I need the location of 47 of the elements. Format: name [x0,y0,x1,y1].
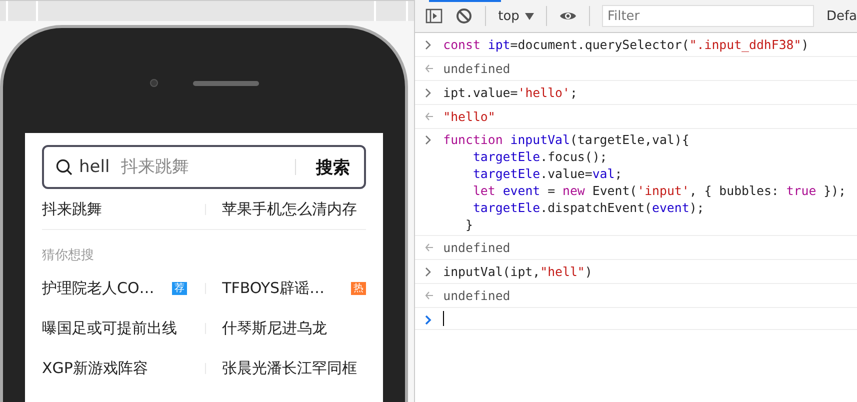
console-result: "hello" [443,108,496,125]
console-code-line: targetEle.focus(); [472,148,608,165]
console-result: undefined [443,287,510,304]
console-code-line: inputVal(ipt,"hell") [443,263,592,280]
context-dropdown[interactable]: top [498,8,520,24]
return-arrow-icon [425,64,434,73]
levels-dropdown[interactable]: Defa [826,8,857,24]
console-code-line: const ipt=document.querySelector(".input_ddhF38") [443,36,809,53]
console-code-line: function inputVal(targetEle,val){ [443,131,690,148]
chevron-icon [425,40,432,50]
history-item[interactable]: 苹果手机怎么清内存 [222,200,366,218]
console-code-line: } [464,216,474,233]
placeholder-text: 抖来跳舞 [121,157,189,177]
caret-icon[interactable] [525,12,534,20]
chevron-icon [425,88,432,98]
clear-console-icon[interactable] [455,7,474,25]
console-code-line: let event = new Event('input', { bubbles: true }); [472,182,846,199]
console-result: undefined [443,239,510,256]
search-button[interactable]: 搜索 [316,156,350,178]
filter-field[interactable]: Filter [602,5,814,27]
console-code-line: ipt.value='hello'; [443,84,578,101]
text-cursor [443,311,444,326]
return-arrow-icon [425,291,434,300]
section-title: 猜你想搜 [42,247,95,264]
suggestion-item[interactable]: TFBOYS辟谣… [222,278,352,298]
history-item[interactable]: 抖来跳舞 [42,200,204,218]
search-field[interactable]: hell 抖来跳舞 搜索 [42,145,366,189]
console-code-line: targetEle.dispatchEvent(event); [472,199,706,216]
suggestion-item[interactable]: 曝国足或可提前出线 [42,318,204,338]
suggestion-item[interactable]: 什琴斯尼进乌龙 [222,318,366,338]
search-icon [56,158,73,176]
return-arrow-icon [425,112,434,121]
tag-badge: 热 [351,282,366,294]
suggestion-item[interactable]: XGP新游戏阵容 [42,358,204,378]
speaker-grille [192,80,259,86]
camera-icon [150,79,158,87]
search-input[interactable]: hell [79,157,117,177]
return-arrow-icon [425,243,434,252]
chevron-icon [425,135,432,145]
suggestion-item[interactable]: 护理院老人CO… [42,278,172,298]
console-code-line: targetEle.value=val; [472,165,624,182]
tag-badge: 荐 [172,282,188,294]
console-result: undefined [443,60,510,77]
prompt-icon [425,315,432,325]
suggestion-item[interactable]: 张晨光潘长江罕同框 [222,358,366,378]
sidebar-toggle-icon[interactable] [425,7,444,25]
chevron-icon [425,267,432,277]
